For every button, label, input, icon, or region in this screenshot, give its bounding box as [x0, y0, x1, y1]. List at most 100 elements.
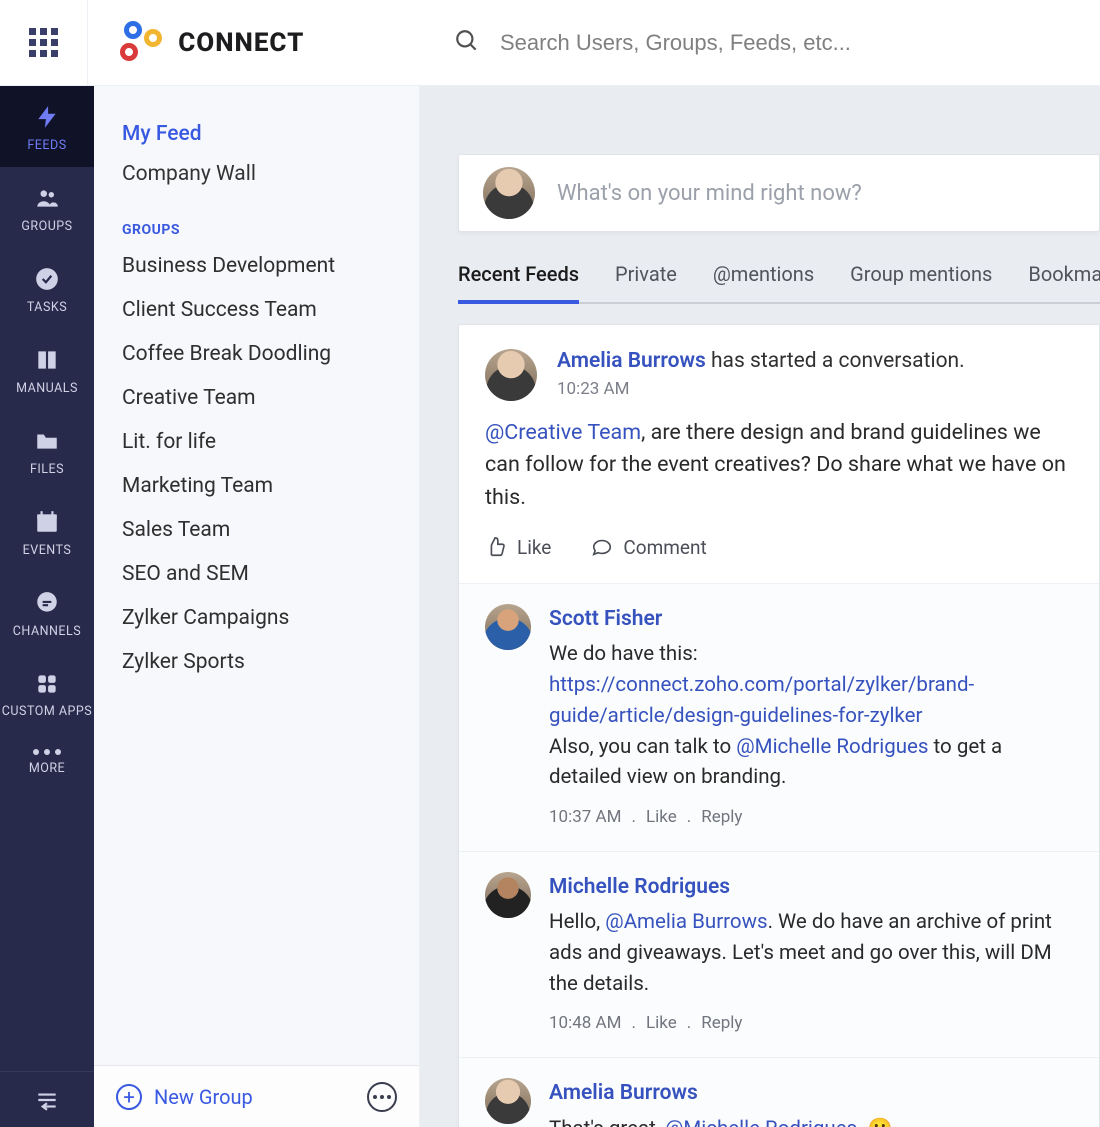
- apps-launcher-button[interactable]: [0, 0, 88, 85]
- rail-label: MORE: [29, 761, 65, 776]
- sidebar-company-wall[interactable]: Company Wall: [94, 154, 419, 194]
- groups-icon: [32, 183, 62, 213]
- sidebar-group-item[interactable]: Business Development: [94, 244, 419, 288]
- sidebar-groups-header: GROUPS: [94, 194, 419, 244]
- emoji-smile-icon: 🙂: [868, 1116, 893, 1127]
- tab-recent-feeds[interactable]: Recent Feeds: [458, 262, 579, 304]
- sidebar-group-item[interactable]: Client Success Team: [94, 288, 419, 332]
- comment-avatar[interactable]: [485, 872, 531, 918]
- tab-mentions[interactable]: @mentions: [713, 262, 814, 304]
- connect-logo-icon: [118, 21, 162, 65]
- comment-time: 10:37 AM: [549, 805, 621, 831]
- sidebar-group-item[interactable]: Zylker Campaigns: [94, 596, 419, 640]
- rail-item-more[interactable]: MORE: [0, 733, 94, 790]
- sidebar-group-item[interactable]: Lit. for life: [94, 420, 419, 464]
- search-input[interactable]: [500, 30, 1100, 56]
- comment-reply[interactable]: Reply: [701, 1011, 742, 1037]
- comment-author[interactable]: Amelia Burrows: [549, 1078, 698, 1110]
- comment-author[interactable]: Michelle Rodrigues: [549, 872, 730, 904]
- rail-item-manuals[interactable]: MANUALS: [0, 329, 94, 410]
- rail-label: CHANNELS: [13, 624, 81, 639]
- tab-private[interactable]: Private: [615, 262, 677, 304]
- post-action-text: has started a conversation.: [706, 349, 965, 373]
- comment-mention[interactable]: @Amelia Burrows: [605, 910, 767, 934]
- post-author-name[interactable]: Amelia Burrows: [557, 349, 706, 373]
- rail-item-groups[interactable]: GROUPS: [0, 167, 94, 248]
- calendar-icon: [32, 507, 62, 537]
- sidebar-group-item[interactable]: Creative Team: [94, 376, 419, 420]
- tab-bookmarked[interactable]: Bookmarked: [1028, 262, 1100, 304]
- rail-collapse-button[interactable]: [0, 1071, 94, 1127]
- comment-time: 10:48 AM: [549, 1011, 621, 1037]
- comment-avatar[interactable]: [485, 604, 531, 650]
- topbar: CONNECT: [0, 0, 1100, 86]
- post-time: 10:23 AM: [557, 379, 965, 399]
- post-actions: Like Comment: [459, 532, 1099, 583]
- new-group-button[interactable]: + New Group: [116, 1084, 253, 1110]
- comment-text: That's great,: [549, 1117, 665, 1127]
- rail-label: CUSTOM APPS: [2, 705, 92, 719]
- tab-group-mentions[interactable]: Group mentions: [850, 262, 992, 304]
- comment-button[interactable]: Comment: [591, 536, 706, 559]
- composer[interactable]: What's on your mind right now?: [458, 154, 1100, 232]
- like-button[interactable]: Like: [485, 536, 551, 559]
- search-icon: [454, 28, 480, 58]
- brand-name: CONNECT: [178, 28, 304, 58]
- rail-label: MANUALS: [16, 381, 78, 396]
- comment-meta: 10:48 AM . Like . Reply: [549, 1011, 1073, 1037]
- sidebar-group-item[interactable]: Marketing Team: [94, 464, 419, 508]
- sidebar-group-item[interactable]: Zylker Sports: [94, 640, 419, 684]
- new-group-label: New Group: [154, 1085, 253, 1109]
- rail-label: EVENTS: [23, 543, 72, 558]
- plus-circle-icon: +: [116, 1084, 142, 1110]
- post-author-avatar[interactable]: [485, 349, 537, 401]
- comment-avatar[interactable]: [485, 1078, 531, 1124]
- sidebar-footer: + New Group: [94, 1065, 419, 1127]
- comment-author[interactable]: Scott Fisher: [549, 604, 662, 636]
- apps-icon: [32, 669, 62, 699]
- comment-reply[interactable]: Reply: [701, 805, 742, 831]
- composer-placeholder: What's on your mind right now?: [557, 181, 862, 206]
- comment-link[interactable]: https://connect.zoho.com/portal/zylker/b…: [549, 673, 974, 728]
- rail-item-events[interactable]: EVENTS: [0, 491, 94, 572]
- comment-like[interactable]: Like: [646, 805, 677, 831]
- feed-area: What's on your mind right now? Recent Fe…: [420, 86, 1100, 1127]
- check-circle-icon: [32, 264, 62, 294]
- post-title: Amelia Burrows has started a conversatio…: [557, 349, 965, 373]
- thumbs-up-icon: [485, 536, 507, 558]
- sidebar-group-item[interactable]: Coffee Break Doodling: [94, 332, 419, 376]
- comment-like[interactable]: Like: [646, 1011, 677, 1037]
- bolt-icon: [32, 102, 62, 132]
- sidebar-my-feed[interactable]: My Feed: [94, 114, 419, 154]
- rail-label: FEEDS: [27, 138, 66, 153]
- feed-post: Amelia Burrows has started a conversatio…: [458, 324, 1100, 1127]
- post-body: @Creative Team, are there design and bra…: [459, 409, 1099, 532]
- comment-mention[interactable]: @Michelle Rodrigues: [736, 735, 928, 759]
- rail-item-channels[interactable]: CHANNELS: [0, 572, 94, 653]
- comment-text: .: [857, 1117, 868, 1127]
- rail-item-custom-apps[interactable]: CUSTOM APPS: [0, 653, 94, 733]
- more-dots-icon: [33, 749, 61, 755]
- collapse-icon: [34, 1087, 60, 1113]
- nav-rail: FEEDS GROUPS TASKS MANUALS FILES: [0, 86, 94, 1127]
- sidebar-group-item[interactable]: SEO and SEM: [94, 552, 419, 596]
- comment-mention[interactable]: @Michelle Rodrigues: [665, 1117, 857, 1127]
- rail-item-files[interactable]: FILES: [0, 410, 94, 491]
- comment-text: Hello,: [549, 910, 605, 934]
- chat-icon: [32, 588, 62, 618]
- rail-label: FILES: [30, 462, 64, 477]
- sidebar: My Feed Company Wall GROUPS Business Dev…: [94, 86, 420, 1127]
- sidebar-group-item[interactable]: Sales Team: [94, 508, 419, 552]
- feed-tabs: Recent Feeds Private @mentions Group men…: [458, 262, 1100, 304]
- comment-item: Michelle Rodrigues Hello, @Amelia Burrow…: [459, 851, 1099, 1057]
- folder-icon: [32, 426, 62, 456]
- post-group-mention[interactable]: @Creative Team: [485, 420, 641, 445]
- comment-text: We do have this:: [549, 642, 698, 666]
- sidebar-more-button[interactable]: [367, 1082, 397, 1112]
- comment-item: Amelia Burrows That's great, @Michelle R…: [459, 1057, 1099, 1127]
- rail-item-feeds[interactable]: FEEDS: [0, 86, 94, 167]
- searchbar: [424, 28, 1100, 58]
- apps-grid-icon: [29, 28, 58, 57]
- rail-item-tasks[interactable]: TASKS: [0, 248, 94, 329]
- book-icon: [32, 345, 62, 375]
